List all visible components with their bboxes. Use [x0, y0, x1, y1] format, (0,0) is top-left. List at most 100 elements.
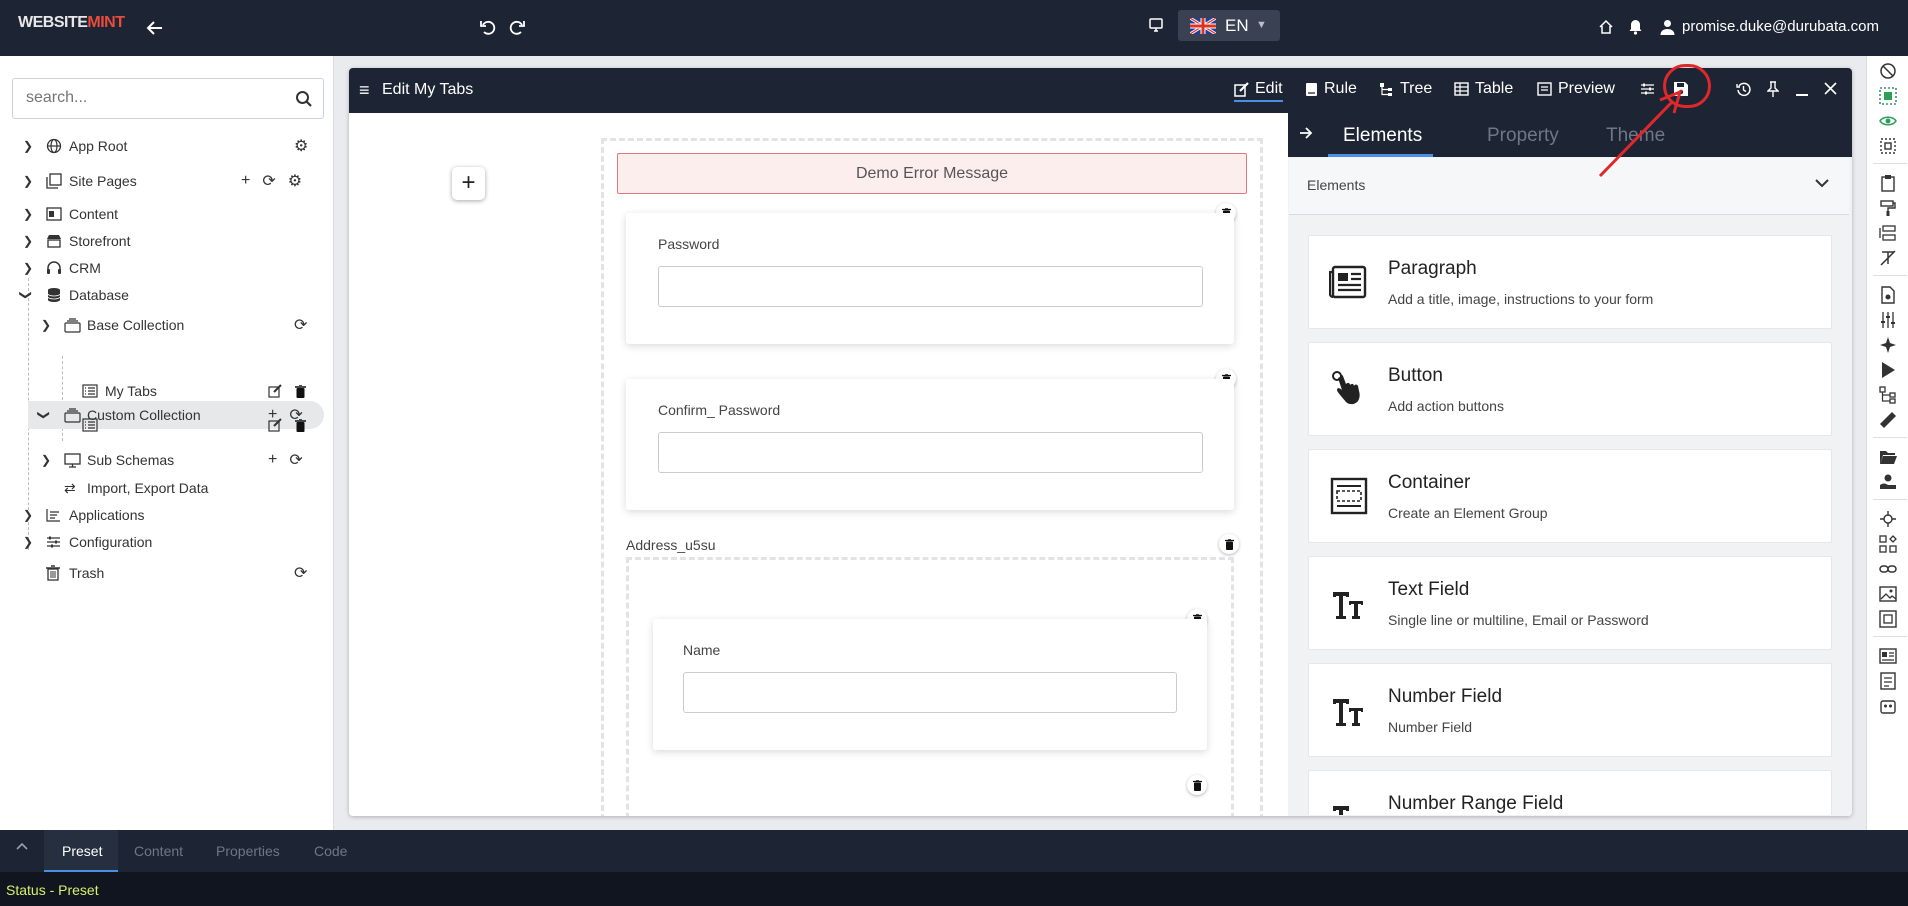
crosshair-icon[interactable] — [1879, 510, 1897, 528]
refresh-icon[interactable]: ⟳ — [289, 450, 302, 470]
chevron-right-icon[interactable]: ❯ — [41, 318, 51, 332]
play-icon[interactable] — [1879, 361, 1897, 379]
user-icon[interactable] — [1660, 19, 1675, 35]
tree-item-site-pages[interactable]: ❯ Site Pages + ⟳ ⚙ — [0, 167, 334, 195]
chevron-right-icon[interactable]: ❯ — [23, 234, 33, 248]
sliders-icon[interactable] — [1879, 311, 1897, 329]
tree-item-import-export[interactable]: ⇄ Import, Export Data — [0, 474, 334, 502]
add-element-button[interactable]: + — [452, 167, 485, 200]
plus-icon[interactable]: + — [241, 172, 250, 190]
close-icon[interactable] — [1824, 82, 1837, 95]
chevron-right-icon[interactable]: ❯ — [23, 261, 33, 275]
search-input[interactable] — [26, 89, 286, 107]
menu-icon[interactable]: ≡ — [359, 80, 370, 101]
magic-icon[interactable] — [1879, 336, 1897, 354]
clear-format-icon[interactable] — [1879, 249, 1897, 267]
chevron-right-icon[interactable]: ❯ — [41, 453, 51, 467]
plus-icon[interactable]: + — [268, 451, 277, 469]
refresh-icon[interactable]: ⟳ — [262, 171, 275, 191]
home-icon[interactable] — [1598, 19, 1614, 35]
password-field-card[interactable]: Password — [626, 213, 1234, 344]
tree-item-app-root[interactable]: ❯ App Root ⚙ — [0, 132, 334, 160]
chevron-down-icon[interactable] — [1815, 179, 1829, 188]
tree-item-base-collection[interactable]: ❯ Base Collection ⟳ — [0, 311, 334, 339]
tab-property[interactable]: Property — [1487, 125, 1559, 147]
delete-icon[interactable] — [295, 384, 306, 398]
chevron-right-icon[interactable]: ❯ — [23, 508, 33, 522]
tree-item-crm[interactable]: ❯ CRM — [0, 254, 334, 282]
chevron-right-icon[interactable]: ❯ — [23, 535, 33, 549]
block-icon[interactable] — [1879, 62, 1897, 80]
chevron-right-icon[interactable]: ❯ — [23, 174, 33, 188]
link-icon[interactable] — [1879, 560, 1897, 578]
delete-icon[interactable] — [295, 418, 306, 432]
undo-icon[interactable] — [479, 18, 497, 36]
tree-item-trash[interactable]: Trash ⟳ — [0, 559, 334, 587]
element-text-field[interactable]: Text Field Single line or multiline, Ema… — [1308, 556, 1832, 650]
tree-item-database[interactable]: ❯ Database — [0, 281, 334, 309]
chevron-up-icon[interactable] — [16, 842, 28, 850]
confirm-password-field-card[interactable]: Confirm_ Password — [626, 379, 1234, 510]
ruler-icon[interactable] — [1879, 411, 1897, 429]
id-card-icon[interactable] — [1879, 647, 1897, 665]
element-paragraph[interactable]: Paragraph Add a title, image, instructio… — [1308, 235, 1832, 329]
outline-icon[interactable] — [1879, 137, 1897, 155]
element-number-range-field[interactable]: Number Range Field — [1308, 770, 1832, 815]
chevron-down-icon[interactable]: ❯ — [19, 290, 33, 300]
folder-open-icon[interactable] — [1879, 448, 1897, 466]
hand-holding-icon[interactable] — [1879, 473, 1897, 491]
redo-icon[interactable] — [508, 18, 526, 36]
gear-icon[interactable]: ⚙ — [294, 136, 308, 156]
refresh-icon[interactable]: ⟳ — [294, 563, 307, 583]
search-box[interactable] — [12, 78, 324, 119]
edit-icon[interactable] — [268, 384, 283, 398]
pin-icon[interactable] — [1767, 81, 1779, 97]
name-field-card[interactable]: Name — [653, 619, 1207, 750]
frame-icon[interactable] — [1879, 610, 1897, 628]
tree-item-storefront[interactable]: ❯ Storefront — [0, 227, 334, 255]
eye-icon[interactable] — [1879, 112, 1897, 130]
element-button[interactable]: Button Add action buttons — [1308, 342, 1832, 436]
edit-icon[interactable] — [268, 418, 283, 432]
tree-item-applications[interactable]: ❯ Applications — [0, 501, 334, 529]
tab-elements[interactable]: Elements — [1343, 125, 1422, 147]
tree-item-configuration[interactable]: ❯ Configuration — [0, 528, 334, 556]
elements-accordion-header[interactable]: Elements — [1289, 158, 1849, 215]
delete-icon[interactable] — [1187, 775, 1207, 795]
paste-icon[interactable] — [1879, 174, 1897, 192]
mode-table-button[interactable]: Table — [1454, 80, 1513, 98]
password-input[interactable] — [658, 266, 1203, 307]
form-icon[interactable] — [1879, 672, 1897, 690]
history-icon[interactable] — [1736, 82, 1751, 97]
tree-item-unnamed[interactable] — [0, 411, 334, 439]
delete-icon[interactable] — [1219, 534, 1239, 554]
select-element-icon[interactable] — [1879, 87, 1897, 105]
element-number-field[interactable]: Number Field Number Field — [1308, 663, 1832, 757]
gear-icon[interactable]: ⚙ — [288, 171, 302, 191]
minimize-icon[interactable] — [1795, 80, 1809, 96]
chevron-right-icon[interactable]: ❯ — [23, 139, 33, 153]
bottom-tab-preset[interactable]: Preset — [62, 843, 102, 859]
tree-icon[interactable] — [1879, 386, 1897, 404]
language-selector[interactable]: EN ▼ — [1178, 10, 1280, 41]
mode-rule-button[interactable]: Rule — [1305, 80, 1357, 98]
bottom-tab-content[interactable]: Content — [134, 843, 183, 859]
bottom-tab-properties[interactable]: Properties — [216, 843, 280, 859]
arrow-right-icon[interactable] — [1298, 125, 1314, 141]
refresh-icon[interactable]: ⟳ — [294, 315, 307, 335]
bottom-tab-code[interactable]: Code — [314, 843, 347, 859]
search-icon[interactable] — [295, 90, 313, 108]
image-icon[interactable] — [1879, 585, 1897, 603]
layers-icon[interactable] — [1879, 224, 1897, 242]
bell-icon[interactable] — [1628, 19, 1643, 35]
element-container[interactable]: Container Create an Element Group — [1308, 449, 1832, 543]
confirm-password-input[interactable] — [658, 432, 1203, 473]
robot-icon[interactable] — [1879, 697, 1897, 715]
widgets-icon[interactable] — [1879, 535, 1897, 553]
tree-item-my-tabs[interactable]: My Tabs — [0, 377, 334, 405]
back-arrow-icon[interactable] — [146, 19, 164, 37]
user-email[interactable]: promise.duke@durubata.com — [1682, 18, 1879, 35]
file-settings-icon[interactable] — [1879, 286, 1897, 304]
mode-edit-button[interactable]: Edit — [1234, 80, 1283, 102]
paint-roller-icon[interactable] — [1879, 199, 1897, 217]
